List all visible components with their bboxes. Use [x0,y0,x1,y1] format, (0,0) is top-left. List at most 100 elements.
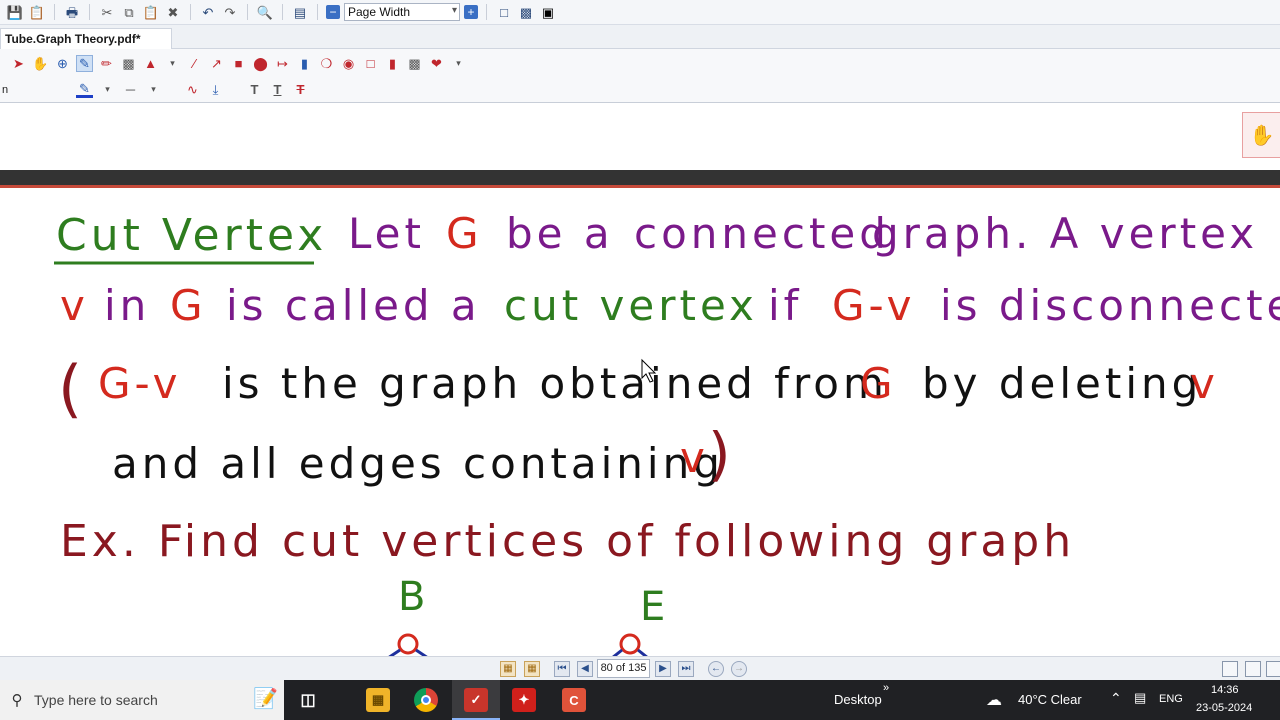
first-page-icon[interactable]: ⏮ [554,661,570,677]
document-viewer[interactable]: ✋ Cut Vertex Let G be a connected graph.… [0,104,1280,656]
delete-icon[interactable]: ✖ [164,3,182,21]
snapshot-icon[interactable]: ◉ [340,55,357,72]
save-icon[interactable]: 💾 [6,3,24,21]
favorite-heart-icon[interactable]: ❤ [428,55,445,72]
document-tab-title: Tube.Graph Theory.pdf* [5,32,141,46]
pdf-page: Cut Vertex Let G be a connected graph. A… [0,188,1280,656]
zoom-out-icon[interactable]: − [326,5,340,19]
line-width-icon[interactable]: ─ [122,81,139,98]
text-strike-icon[interactable]: T [292,81,309,98]
previous-page-icon[interactable]: ◀ [577,661,593,677]
language-indicator[interactable]: ENG [1159,693,1183,705]
dropdown-chevron-icon[interactable]: ▾ [450,55,467,72]
properties-toolbar: n ✎ ▾ ─ ▾ ∿ ⤓ T T T [0,77,1280,103]
zoom-value: Page Width [348,5,411,19]
line1-connected: connected [634,209,890,258]
clock-date[interactable]: 23-05-2024 [1196,702,1252,714]
cut-icon[interactable]: ✂ [98,3,116,21]
ruler-icon[interactable]: ▮ [384,55,401,72]
fit-width-icon[interactable]: ▩ [517,3,535,21]
next-page-icon[interactable]: ▶ [655,661,671,677]
paste-icon[interactable]: 📋 [142,3,160,21]
line3-by-deleting: by deleting [922,359,1202,408]
measure-tool-icon[interactable]: ↦ [274,55,291,72]
save-as-icon[interactable]: 📋 [28,3,46,21]
weather-text[interactable]: 40°C Clear [1018,692,1082,707]
last-page-icon[interactable]: ⏭ [678,661,694,677]
taskbar-search[interactable]: ⚲ Type here to search 📝 [0,680,284,720]
handwritten-notes: Cut Vertex Let G be a connected graph. A… [54,209,1280,656]
vertex-label-e: E [640,584,669,630]
open-folder-icon[interactable]: ▦ [500,661,516,677]
heading-cut-vertex: Cut Vertex [56,210,327,261]
file-explorer-icon[interactable]: ▦ [366,688,390,712]
line-tool-icon[interactable]: ∕ [186,55,203,72]
toolbar-divider [54,4,55,20]
toolbar-overflow-icon[interactable]: » [883,682,889,694]
hand-cursor-icon[interactable]: ✋ [1242,112,1280,158]
lasso-icon[interactable]: ❍ [318,55,335,72]
dropdown-chevron-icon[interactable]: ▾ [99,81,116,98]
weather-icon[interactable]: ☁ [986,690,1002,710]
search-placeholder: Type here to search [34,692,158,708]
task-view-icon[interactable]: ◫ [296,688,320,712]
line2-cut-vertex: cut vertex [504,281,758,330]
document-tab[interactable]: Tube.Graph Theory.pdf* [0,28,172,49]
desktop-toolbar-label[interactable]: Desktop [834,692,882,707]
image-insert-icon[interactable]: ▩ [406,55,423,72]
copy-icon[interactable]: ⧉ [120,3,138,21]
clock-time[interactable]: 14:36 [1211,684,1239,696]
forward-icon[interactable]: → [731,661,747,677]
text-underline-icon[interactable]: T [269,81,286,98]
highlighter-icon[interactable]: ✏ [98,55,115,72]
chevron-down-icon: ▾ [451,5,457,16]
find-icon[interactable]: 🔍 [256,3,274,21]
line2-in: in [104,281,150,330]
save-folder-icon[interactable]: ▦ [524,661,540,677]
download-icon[interactable]: ⤓ [207,81,224,98]
line4-v: v [680,433,709,482]
annotation-toolbar: ➤ ✋ ⊕ ✎ ✏ ▩ ▲ ▾ ∕ ↗ ■ ⬤ ↦ ▮ ❍ ◉ □ ▮ ▩ ❤ … [0,49,1280,77]
text-box-icon[interactable]: ▩ [120,55,137,72]
dropdown-chevron-icon[interactable]: ▾ [164,55,181,72]
facing-view-icon[interactable] [1266,661,1280,677]
zoom-in-icon[interactable]: + [464,5,478,19]
full-screen-icon[interactable]: ▣ [539,3,557,21]
continuous-view-icon[interactable] [1245,661,1261,677]
print-icon[interactable]: 🖶 [63,3,81,21]
fit-page-icon[interactable]: □ [495,3,513,21]
page-number-input[interactable]: 80 of 135 [597,659,650,678]
hand-tool-icon[interactable]: ✋ [32,55,49,72]
back-icon[interactable]: ← [708,661,724,677]
rectangle-tool-icon[interactable]: ■ [230,55,247,72]
undo-icon[interactable]: ↶ [199,3,217,21]
screen-recorder-icon[interactable]: C [562,688,586,712]
text-type-icon[interactable]: T [246,81,263,98]
line1-graph-a-vertex: graph. A vertex [872,209,1258,258]
zoom-tool-icon[interactable]: ⊕ [54,55,71,72]
ellipse-tool-icon[interactable]: ⬤ [252,55,269,72]
toolbar-divider [89,4,90,20]
arrow-tool-icon[interactable]: ↗ [208,55,225,72]
pencil-tool-icon[interactable]: ✎ [76,54,93,72]
curve-icon[interactable]: ∿ [184,81,201,98]
redo-icon[interactable]: ↷ [221,3,239,21]
line4-edges-text: and all edges containing [112,439,724,488]
acrobat-icon[interactable]: ✦ [512,688,536,712]
eraser-icon[interactable]: ▮ [296,55,313,72]
line1-g: G [446,209,483,258]
chrome-icon[interactable] [414,688,438,712]
pdf-annotator-icon[interactable]: ✓ [464,688,488,712]
stamp-icon[interactable]: ▲ [142,55,159,72]
dropdown-chevron-icon[interactable]: ▾ [145,81,162,98]
network-icon[interactable]: ▤ [1134,690,1146,706]
vertex-label-b: B [398,574,429,620]
select-arrow-icon[interactable]: ➤ [10,55,27,72]
page-layout-icon[interactable]: ▤ [291,3,309,21]
line1-let: Let [348,209,425,258]
color-picker-icon[interactable]: ✎ [76,81,93,98]
crop-icon[interactable]: □ [362,55,379,72]
single-page-view-icon[interactable] [1222,661,1238,677]
zoom-select[interactable]: Page Width ▾ [344,3,460,21]
tray-chevron-icon[interactable]: ⌃ [1110,690,1122,707]
